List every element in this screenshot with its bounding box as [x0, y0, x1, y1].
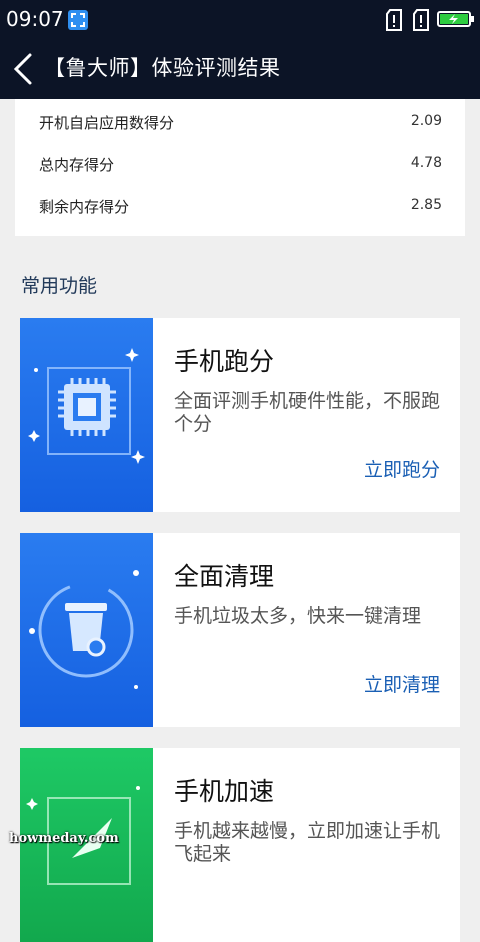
status-bar: 09:07 [0, 0, 480, 38]
score-label: 开机自启应用数得分 [39, 114, 175, 132]
score-card: 开机自启应用数得分 2.09 总内存得分 4.78 剩余内存得分 2.85 [15, 99, 465, 236]
score-value: 2.85 [410, 197, 442, 213]
score-value: 4.78 [410, 155, 442, 171]
page-title: 【鲁大师】体验评测结果 [44, 56, 281, 80]
back-button[interactable] [10, 51, 40, 87]
feature-card-benchmark[interactable]: 手机跑分 全面评测手机硬件性能，不服跑个分 立即跑分 [20, 318, 460, 512]
score-row: 总内存得分 4.78 [15, 143, 465, 185]
trash-icon [20, 533, 153, 727]
feature-title: 手机加速 [174, 777, 275, 806]
section-title: 常用功能 [21, 275, 98, 297]
sim-alert-icon [385, 9, 403, 35]
score-label: 总内存得分 [39, 156, 115, 174]
app-header: 【鲁大师】体验评测结果 [0, 38, 480, 99]
clean-button[interactable]: 立即清理 [364, 670, 440, 697]
feature-desc: 手机垃圾太多，快来一键清理 [174, 605, 422, 627]
score-value: 2.09 [410, 113, 442, 129]
feature-desc: 全面评测手机硬件性能，不服跑个分 [174, 390, 441, 435]
screenshot-icon [67, 9, 89, 35]
benchmark-button[interactable]: 立即跑分 [364, 455, 440, 482]
watermark: howmeday.com [9, 831, 119, 846]
feature-title: 手机跑分 [174, 347, 275, 376]
feature-card-clean[interactable]: 全面清理 手机垃圾太多，快来一键清理 立即清理 [20, 533, 460, 727]
score-row: 开机自启应用数得分 2.09 [15, 101, 465, 143]
cpu-icon [20, 318, 153, 512]
status-time: 09:07 [6, 7, 64, 31]
feature-desc: 手机越来越慢，立即加速让手机飞起来 [174, 820, 441, 865]
score-row: 剩余内存得分 2.85 [15, 185, 465, 227]
score-label: 剩余内存得分 [39, 198, 130, 216]
sim-alert-icon-2 [412, 9, 430, 35]
feature-title: 全面清理 [174, 562, 275, 591]
battery-charging-icon [437, 11, 475, 31]
